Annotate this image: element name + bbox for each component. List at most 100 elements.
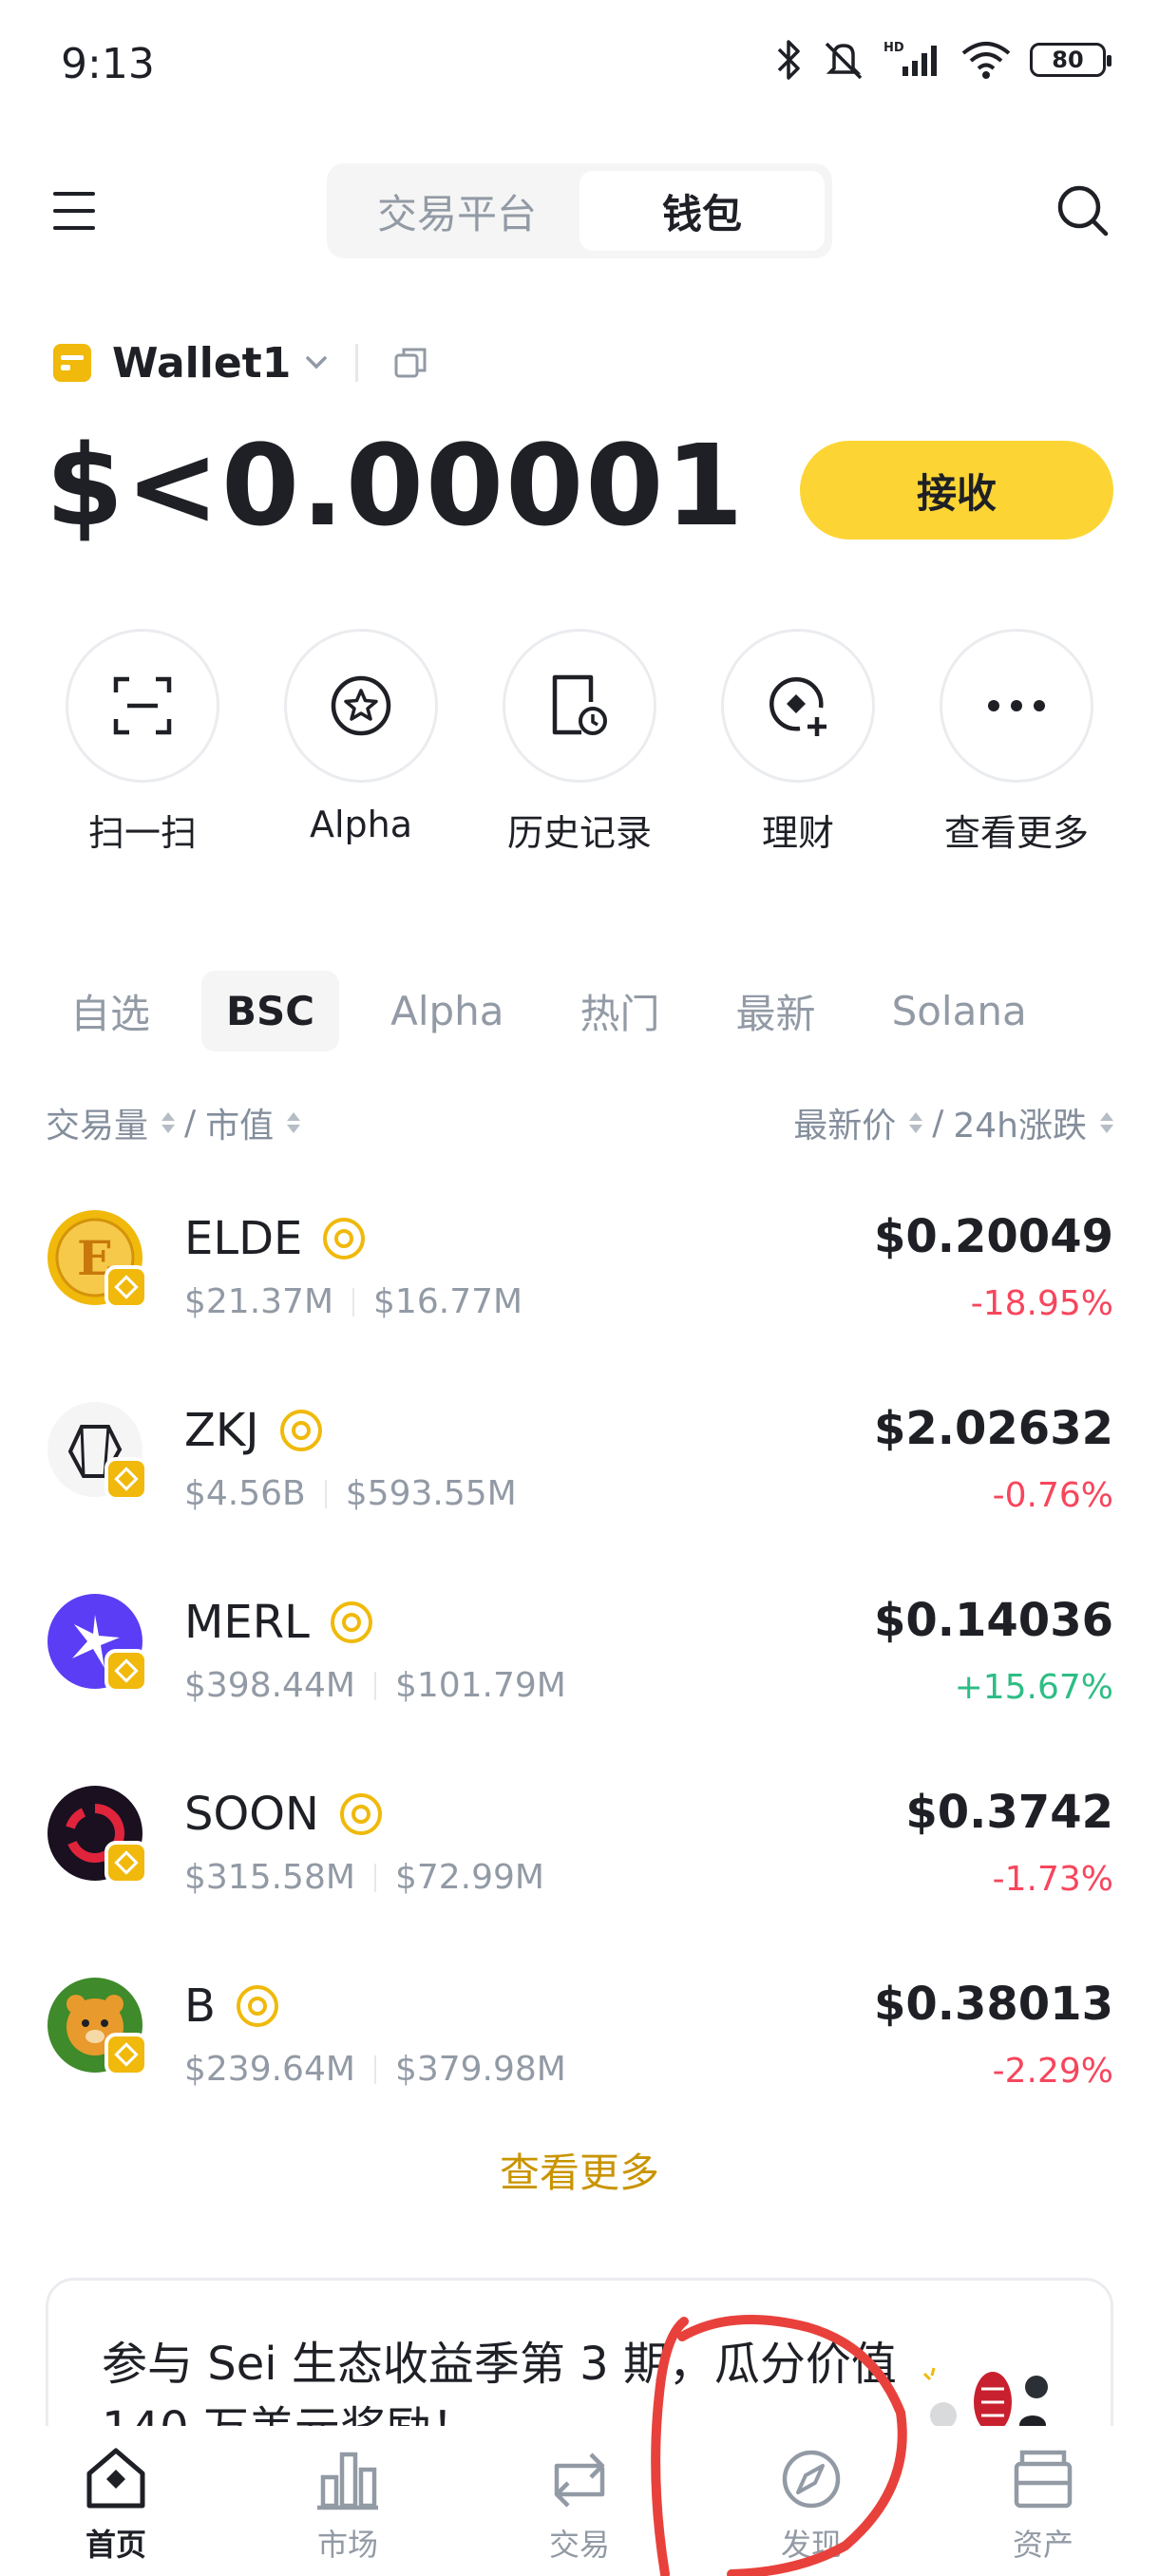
battery-icon: 80: [1030, 43, 1112, 77]
tab-alpha[interactable]: Alpha: [366, 971, 528, 1051]
action-earn-label: 理财: [761, 812, 834, 854]
bottom-nav: 首页 市场 交易 发现 资产: [0, 2426, 1159, 2576]
token-change: -18.95%: [970, 1284, 1113, 1323]
hd-signal-icon: HD: [884, 41, 937, 76]
sort-arrows-icon: [909, 1112, 923, 1133]
alpha-badge-icon: [330, 1601, 372, 1643]
tab-wallet[interactable]: 钱包: [580, 171, 825, 251]
sort-arrows-icon: [1100, 1112, 1113, 1133]
action-scan-label: 扫一扫: [87, 812, 197, 854]
bnb-chain-badge-icon: [104, 1457, 148, 1501]
token-volume: $398.44M: [184, 1666, 355, 1705]
sort-change-24h[interactable]: 24h涨跌: [953, 1098, 1087, 1147]
nav-trade-label: 交易: [548, 2527, 610, 2563]
status-icons: HD 80: [775, 38, 1112, 82]
token-market-cap: $593.55M: [345, 1474, 517, 1513]
see-more-link[interactable]: 查看更多: [0, 2141, 1159, 2199]
battery-level: 80: [1052, 47, 1084, 73]
wallet-name: Wallet1: [112, 338, 292, 388]
token-change: -1.73%: [992, 1860, 1113, 1899]
nav-assets[interactable]: 资产: [948, 2445, 1138, 2565]
history-icon: [552, 674, 607, 735]
discover-icon: [782, 2450, 841, 2509]
mute-icon: [825, 42, 863, 80]
sort-arrows-icon: [287, 1112, 301, 1133]
token-volume: $21.37M: [184, 1282, 334, 1321]
alpha-badge-icon: [323, 1218, 366, 1260]
search-icon[interactable]: [1053, 180, 1113, 241]
token-row[interactable]: B $239.64M $379.98M $0.38013 -2.29%: [46, 1955, 1113, 2147]
action-history-label: 历史记录: [506, 812, 652, 854]
sort-volume[interactable]: 交易量: [46, 1098, 148, 1147]
action-alpha[interactable]: Alpha: [256, 629, 466, 856]
token-name: B: [184, 1979, 216, 2033]
bnb-chain-badge-icon: [104, 1841, 148, 1885]
tab-bsc[interactable]: BSC: [201, 971, 340, 1051]
token-row[interactable]: MERL $398.44M $101.79M $0.14036 +15.67%: [46, 1571, 1113, 1763]
tab-new[interactable]: 最新: [712, 965, 841, 1057]
alpha-star-icon: [331, 675, 391, 736]
bnb-chain-badge-icon: [104, 1265, 148, 1309]
wallet-logo-icon: [53, 344, 91, 382]
token-name: ZKJ: [184, 1404, 259, 1457]
token-market-cap: $16.77M: [373, 1282, 523, 1321]
tab-hot[interactable]: 热门: [556, 965, 685, 1057]
bnb-chain-badge-icon: [104, 2033, 148, 2076]
divider: [355, 344, 359, 382]
sort-divider: /: [932, 1103, 944, 1143]
quick-actions: 扫一扫 Alpha 历史记录 理财 查看更多: [38, 629, 1121, 856]
token-market-cap: $379.98M: [394, 2050, 566, 2089]
market-icon: [317, 2452, 378, 2510]
token-row[interactable]: ZKJ $4.56B $593.55M $2.02632 -0.76%: [46, 1379, 1113, 1571]
token-name: ELDE: [184, 1212, 303, 1265]
svg-text:HD: HD: [884, 41, 904, 55]
wallet-selector[interactable]: Wallet1: [53, 334, 430, 391]
token-market-cap: $72.99M: [394, 1858, 544, 1897]
alpha-badge-icon: [339, 1793, 382, 1835]
sort-last-price[interactable]: 最新价: [793, 1098, 896, 1147]
token-name: MERL: [184, 1596, 310, 1649]
scan-icon: [113, 676, 172, 735]
nav-market[interactable]: 市场: [253, 2445, 443, 2565]
token-name: SOON: [184, 1788, 319, 1841]
chevron-down-icon: [306, 356, 328, 369]
sort-volume-marketcap: 交易量 / 市值: [46, 1098, 301, 1147]
token-row[interactable]: E ELDE $21.37M $16.77M $0.20049 -18.95%: [46, 1187, 1113, 1379]
copy-icon[interactable]: [392, 344, 430, 382]
alpha-badge-icon: [279, 1410, 322, 1451]
token-price: $0.14036: [873, 1594, 1113, 1647]
status-time: 9:13: [61, 40, 155, 88]
tab-exchange[interactable]: 交易平台: [334, 171, 580, 251]
nav-trade[interactable]: 交易: [484, 2445, 674, 2565]
token-price: $0.3742: [905, 1786, 1113, 1839]
token-change: +15.67%: [954, 1668, 1113, 1707]
action-scan[interactable]: 扫一扫: [38, 629, 247, 856]
action-more-label: 查看更多: [943, 812, 1089, 854]
token-price: $0.20049: [873, 1210, 1113, 1263]
action-history[interactable]: 历史记录: [475, 629, 684, 856]
receive-button[interactable]: 接收: [800, 441, 1113, 540]
bluetooth-icon: [777, 40, 800, 80]
token-list: E ELDE $21.37M $16.77M $0.20049 -18.95% Z…: [46, 1187, 1113, 2147]
tab-solana[interactable]: Solana: [867, 971, 1052, 1051]
sort-arrows-icon: [162, 1112, 176, 1133]
market-tabs: 自选 BSC Alpha 热门 最新 Solana: [46, 965, 1078, 1057]
nav-discover[interactable]: 发现: [716, 2445, 906, 2565]
action-earn[interactable]: 理财: [694, 629, 902, 856]
wallet-balance: $<0.00001: [46, 420, 746, 551]
sort-market-cap[interactable]: 市值: [205, 1098, 274, 1147]
menu-icon[interactable]: [53, 192, 95, 230]
token-change: -2.29%: [992, 2052, 1113, 2091]
token-row[interactable]: SOON $315.58M $72.99M $0.3742 -1.73%: [46, 1763, 1113, 1955]
token-change: -0.76%: [992, 1476, 1113, 1515]
nav-market-label: 市场: [316, 2527, 378, 2563]
assets-icon: [1014, 2450, 1073, 2509]
nav-home[interactable]: 首页: [21, 2445, 211, 2565]
header-segment-control: 交易平台 钱包: [327, 163, 832, 258]
action-alpha-label: Alpha: [309, 804, 413, 845]
home-icon: [86, 2448, 145, 2509]
nav-home-label: 首页: [85, 2527, 146, 2563]
token-price: $0.38013: [873, 1978, 1113, 2031]
tab-watchlist[interactable]: 自选: [44, 965, 175, 1057]
action-more[interactable]: 查看更多: [912, 629, 1121, 856]
